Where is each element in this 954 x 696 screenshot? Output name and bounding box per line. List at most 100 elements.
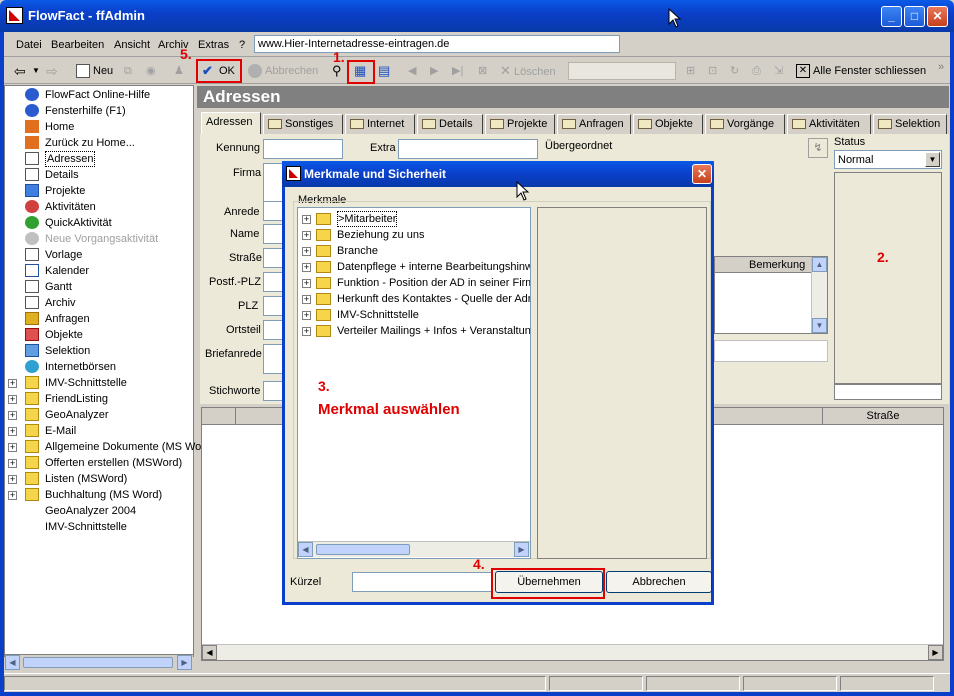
extra-input[interactable] xyxy=(398,139,538,159)
expand-icon[interactable]: + xyxy=(8,443,17,452)
delete-grid-icon[interactable]: ⊠ xyxy=(478,62,487,80)
tree-item[interactable]: Home xyxy=(5,119,193,135)
tree-item[interactable]: QuickAktivität xyxy=(5,215,193,231)
dlg-scroll-right-icon[interactable]: ▶ xyxy=(514,542,529,557)
expand-icon[interactable]: + xyxy=(8,475,17,484)
merkmal-item[interactable]: + Datenpflege + interne Bearbeitungshinwe xyxy=(298,259,530,275)
alle-fenster-schliessen-button[interactable]: ✕ Alle Fenster schliessen xyxy=(796,62,926,80)
loeschen-button[interactable]: ✕ Löschen xyxy=(500,62,556,80)
tree-item[interactable]: + FriendListing xyxy=(5,391,193,407)
dlg-scroll-thumb[interactable] xyxy=(316,544,410,555)
expand-icon[interactable]: + xyxy=(302,311,311,320)
tab-adressen[interactable]: Adressen xyxy=(201,112,261,134)
merkmal-item[interactable]: + >Mitarbeiter xyxy=(298,211,530,227)
export-icon[interactable]: ⇲ xyxy=(774,62,783,80)
expand-icon[interactable]: + xyxy=(302,279,311,288)
expand-icon[interactable]: + xyxy=(302,263,311,272)
tree-item[interactable]: + E-Mail xyxy=(5,423,193,439)
url-input[interactable]: www.Hier-Internetadresse-eintragen.de xyxy=(254,35,620,53)
tree-item[interactable]: Neue Vorgangsaktivität xyxy=(5,231,193,247)
tree-item[interactable]: Archiv xyxy=(5,295,193,311)
tree-item[interactable]: Projekte xyxy=(5,183,193,199)
expand-icon[interactable]: + xyxy=(302,231,311,240)
scroll-up-icon[interactable]: ▲ xyxy=(812,257,827,272)
tree-item[interactable]: + GeoAnalyzer xyxy=(5,407,193,423)
back-arrow-icon[interactable]: ⇦ xyxy=(14,62,26,80)
expand-icon[interactable]: + xyxy=(8,459,17,468)
tree-scroll-thumb[interactable] xyxy=(23,657,173,668)
toolbar-icon-a[interactable]: ⊞ xyxy=(686,62,695,80)
dialog-abbrechen-button[interactable]: Abbrechen xyxy=(606,571,712,593)
close-button[interactable]: ✕ xyxy=(927,6,948,27)
merkmal-item[interactable]: + Branche xyxy=(298,243,530,259)
tree-item[interactable]: Zurück zu Home... xyxy=(5,135,193,151)
menu-help[interactable]: ? xyxy=(239,39,245,51)
tree-item[interactable]: IMV-Schnittstelle xyxy=(5,519,193,535)
status-panel-field[interactable] xyxy=(834,384,942,400)
dlg-scroll-left-icon[interactable]: ◀ xyxy=(298,542,313,557)
tab-aktivit-ten[interactable]: Aktivitäten xyxy=(787,114,871,134)
scroll-left-icon[interactable]: ◀ xyxy=(5,655,20,670)
tree-horizontal-scrollbar[interactable]: ◀ ▶ xyxy=(5,654,193,670)
expand-icon[interactable]: + xyxy=(8,395,17,404)
tab-internet[interactable]: Internet xyxy=(345,114,415,134)
merkmal-item[interactable]: + Beziehung zu uns xyxy=(298,227,530,243)
toolbar-overflow-icon[interactable]: » xyxy=(938,58,944,76)
search-list-icon[interactable]: ▤ xyxy=(378,62,390,80)
tab-vorg-nge[interactable]: Vorgänge xyxy=(705,114,785,134)
tree-item[interactable]: Details xyxy=(5,167,193,183)
tree-item[interactable]: Aktivitäten xyxy=(5,199,193,215)
column-strasse[interactable]: Straße xyxy=(822,408,943,425)
tree-item[interactable]: Gantt xyxy=(5,279,193,295)
column-bemerkung[interactable]: Bemerkung xyxy=(749,259,805,271)
tree-item[interactable]: + IMV-Schnittstelle xyxy=(5,375,193,391)
user-icon[interactable]: ♟ xyxy=(174,62,184,80)
scroll-right-icon[interactable]: ▶ xyxy=(177,655,192,670)
tree-item[interactable]: + Allgemeine Dokumente (MS Wo xyxy=(5,439,201,455)
tree-item[interactable]: Internetbörsen xyxy=(5,359,193,375)
tree-item[interactable]: Selektion xyxy=(5,343,193,359)
scroll-down-icon[interactable]: ▼ xyxy=(812,318,827,333)
merkmal-item[interactable]: + Funktion - Position der AD in seiner Fi… xyxy=(298,275,530,291)
tree-item[interactable]: FlowFact Online-Hilfe xyxy=(5,87,193,103)
uebergeordnet-lookup-icon[interactable]: ↯ xyxy=(808,138,828,158)
menu-ansicht[interactable]: Ansicht xyxy=(114,39,150,51)
grid-scroll-left-icon[interactable]: ◀ xyxy=(202,645,217,660)
view-icon[interactable]: ◉ xyxy=(146,62,156,80)
tree-item[interactable]: + Offerten erstellen (MSWord) xyxy=(5,455,193,471)
merkmal-item[interactable]: + Verteiler Mailings + Infos + Veranstalt… xyxy=(298,323,530,339)
tree-item[interactable]: Adressen xyxy=(5,151,193,167)
forward-arrow-icon[interactable]: ⇨ xyxy=(46,62,58,80)
nav-last-icon[interactable]: ▶| xyxy=(452,62,463,80)
tab-projekte[interactable]: Projekte xyxy=(485,114,555,134)
merkmal-item[interactable]: + IMV-Schnittstelle xyxy=(298,307,530,323)
tab-objekte[interactable]: Objekte xyxy=(633,114,703,134)
print-icon[interactable]: ⎙ xyxy=(752,62,761,80)
merkmal-item[interactable]: + Herkunft des Kontaktes - Quelle der Adr… xyxy=(298,291,530,307)
merkmale-tree-scrollbar[interactable]: ◀ ▶ xyxy=(298,541,530,557)
dialog-close-button[interactable]: ✕ xyxy=(692,164,712,184)
status-dropdown-icon[interactable]: ▼ xyxy=(925,152,940,167)
tree-item[interactable]: Kalender xyxy=(5,263,193,279)
nav-first-icon[interactable]: ◀ xyxy=(408,62,416,80)
abbrechen-toolbar-button[interactable]: Abbrechen xyxy=(248,62,318,80)
rotate-icon[interactable]: ↻ xyxy=(730,62,739,80)
expand-icon[interactable]: + xyxy=(8,491,17,500)
neu-button[interactable]: Neu xyxy=(76,62,113,80)
tree-item[interactable]: GeoAnalyzer 2004 xyxy=(5,503,193,519)
remarks-field[interactable] xyxy=(714,340,828,362)
kuerzel-input[interactable] xyxy=(352,572,492,592)
expand-icon[interactable]: + xyxy=(8,411,17,420)
status-select[interactable]: Normal ▼ xyxy=(834,150,942,169)
tree-item[interactable]: + Buchhaltung (MS Word) xyxy=(5,487,193,503)
grid-horizontal-scrollbar[interactable]: ◀ ▶ xyxy=(202,644,943,660)
tree-item[interactable]: + Listen (MSWord) xyxy=(5,471,193,487)
remarks-scrollbar[interactable]: ▲ ▼ xyxy=(811,257,827,333)
expand-icon[interactable]: + xyxy=(302,327,311,336)
menu-datei[interactable]: Datei xyxy=(16,39,42,51)
expand-icon[interactable]: + xyxy=(302,247,311,256)
toolbar-dropdown[interactable] xyxy=(568,62,676,80)
expand-icon[interactable]: + xyxy=(302,295,311,304)
toolbar-icon-b[interactable]: ⊡ xyxy=(708,62,717,80)
menu-extras[interactable]: Extras xyxy=(198,39,229,51)
